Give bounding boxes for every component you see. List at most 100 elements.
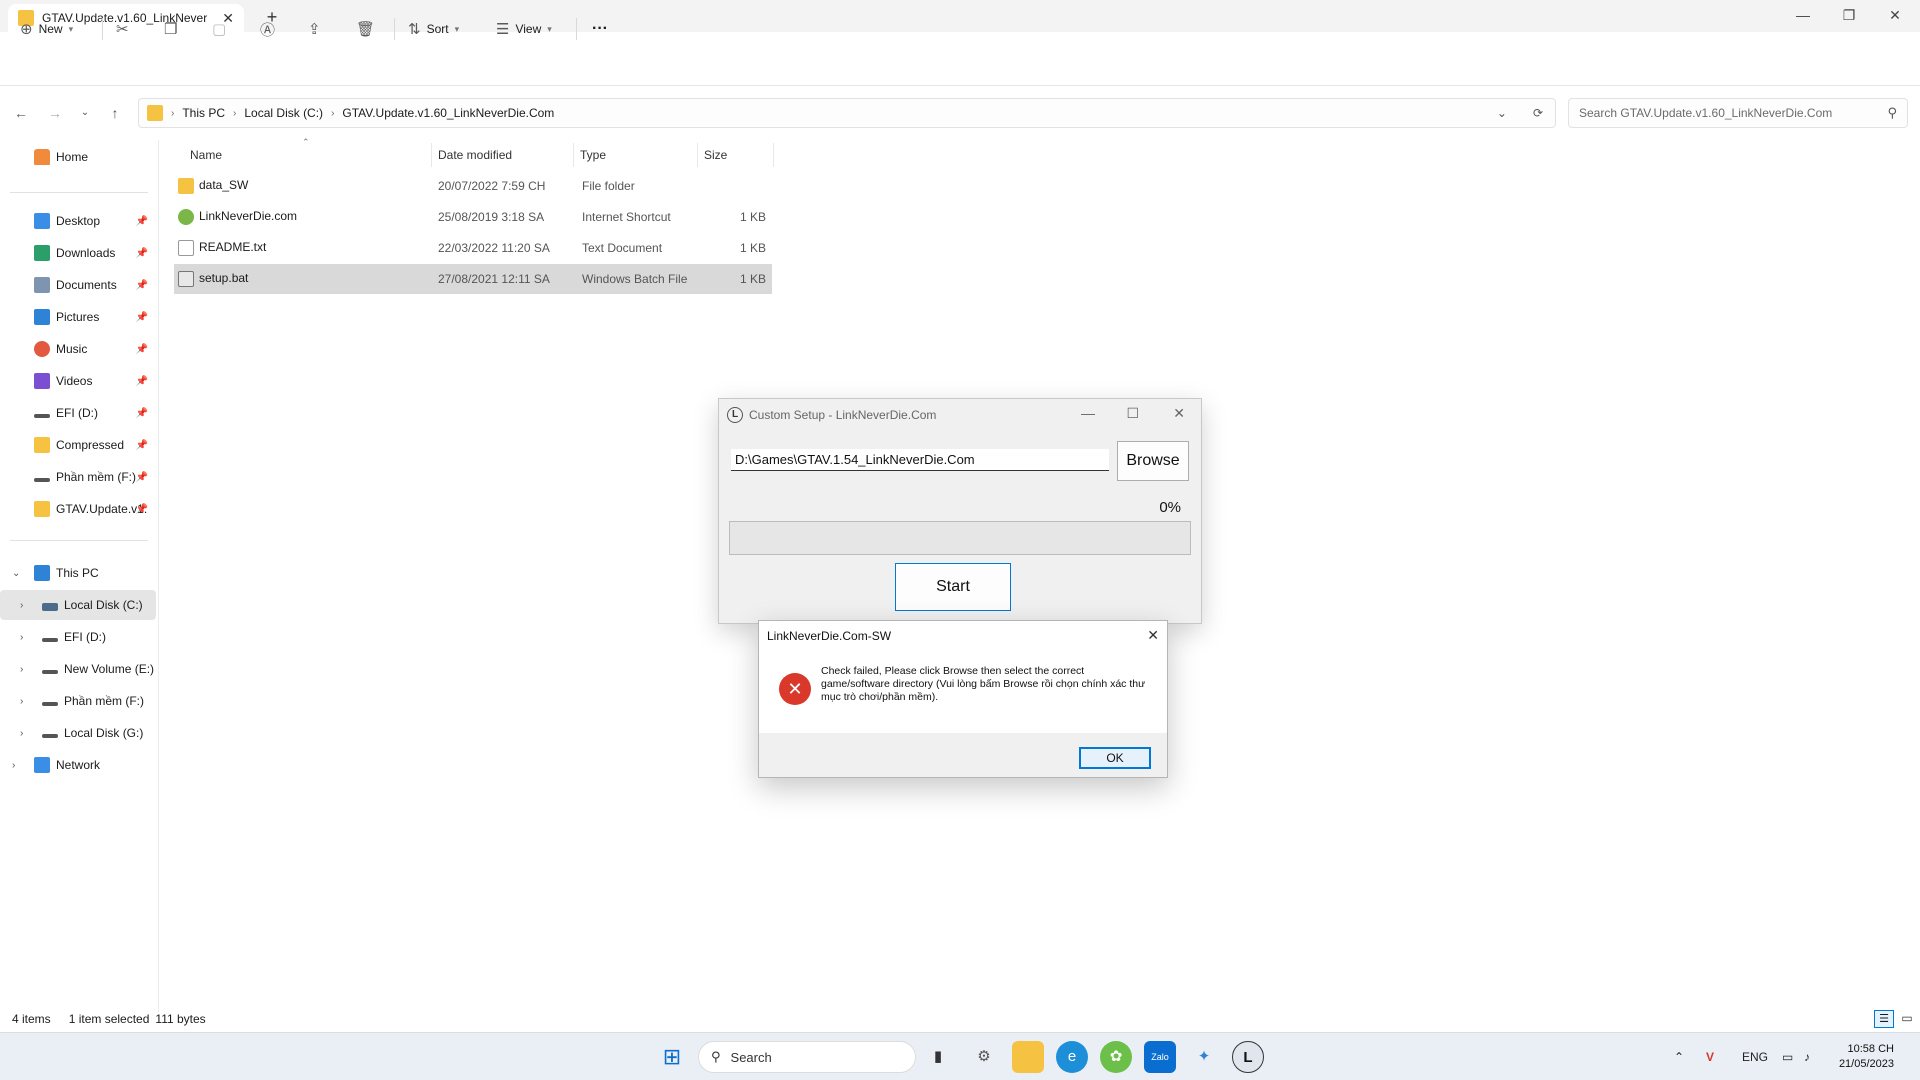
- network-app-icon[interactable]: ✦: [1188, 1041, 1220, 1073]
- share-button[interactable]: ⇪: [308, 14, 321, 44]
- pin-icon[interactable]: 📌: [136, 408, 148, 419]
- nav-local-disk-g[interactable]: › Local Disk (G:): [0, 718, 156, 748]
- paste-button[interactable]: ▢: [212, 14, 226, 44]
- address-dropdown-icon[interactable]: ⌄: [1497, 106, 1507, 120]
- column-type[interactable]: Type: [574, 143, 698, 167]
- nav-compressed[interactable]: Compressed 📌: [0, 430, 156, 460]
- file-row-setup-bat[interactable]: setup.bat 27/08/2021 12:11 SA Windows Ba…: [174, 264, 772, 294]
- browse-button[interactable]: Browse: [1117, 441, 1189, 481]
- delete-button[interactable]: 🗑: [356, 14, 375, 44]
- nav-music[interactable]: Music 📌: [0, 334, 156, 364]
- search-input[interactable]: Search GTAV.Update.v1.60_LinkNeverDie.Co…: [1579, 106, 1887, 120]
- setup-maximize-button[interactable]: ☐: [1126, 405, 1139, 422]
- nav-drive-phan-mem-f[interactable]: › Phần mềm (F:): [0, 686, 156, 716]
- dialog-title-bar[interactable]: LinkNeverDie.Com-SW: [759, 621, 1167, 651]
- search-box[interactable]: Search GTAV.Update.v1.60_LinkNeverDie.Co…: [1568, 98, 1908, 128]
- nav-gtav-update[interactable]: GTAV.Update.v1. 📌: [0, 494, 156, 524]
- column-size[interactable]: Size: [698, 143, 774, 167]
- windows-start-icon[interactable]: ⊞: [656, 1041, 688, 1073]
- zalo-icon[interactable]: Zalo: [1144, 1041, 1176, 1073]
- breadcrumb-local-disk[interactable]: Local Disk (C:): [244, 106, 323, 120]
- file-explorer-icon[interactable]: [1012, 1041, 1044, 1073]
- settings-gear-icon[interactable]: ⚙: [968, 1041, 1000, 1073]
- breadcrumb-this-pc[interactable]: This PC: [182, 106, 225, 120]
- breadcrumb-current-folder[interactable]: GTAV.Update.v1.60_LinkNeverDie.Com: [342, 106, 554, 120]
- nav-new-volume-e[interactable]: › New Volume (E:): [0, 654, 156, 684]
- nav-pictures[interactable]: Pictures 📌: [0, 302, 156, 332]
- forward-arrow-icon[interactable]: →: [44, 102, 66, 124]
- file-row-data-sw[interactable]: data_SW 20/07/2022 7:59 CH File folder: [174, 171, 772, 201]
- nav-this-pc[interactable]: ⌄ This PC: [0, 558, 156, 588]
- nav-local-disk-c[interactable]: › Local Disk (C:): [0, 590, 156, 620]
- pin-icon[interactable]: 📌: [136, 280, 148, 291]
- setup-close-button[interactable]: ✕: [1173, 405, 1185, 422]
- back-arrow-icon[interactable]: ←: [10, 102, 32, 124]
- rename-button[interactable]: Ⓐ: [260, 14, 275, 44]
- copy-button[interactable]: ❐: [164, 14, 177, 44]
- pin-icon[interactable]: 📌: [136, 344, 148, 355]
- close-window-button[interactable]: ✕: [1872, 0, 1918, 32]
- nav-videos[interactable]: Videos 📌: [0, 366, 156, 396]
- chevron-right-icon[interactable]: ›: [20, 664, 23, 675]
- refresh-icon[interactable]: ⟳: [1533, 106, 1543, 120]
- chevron-right-icon[interactable]: ›: [12, 760, 15, 771]
- taskbar-clock[interactable]: 10:58 CH 21/05/2023: [1839, 1042, 1894, 1072]
- cut-button[interactable]: ✂: [116, 14, 129, 44]
- more-options-button[interactable]: ···: [592, 14, 608, 44]
- vivaldi-tray-icon[interactable]: V: [1706, 1033, 1714, 1080]
- pin-icon[interactable]: 📌: [136, 440, 148, 451]
- pin-icon[interactable]: 📌: [136, 248, 148, 259]
- nav-drive-efi-d[interactable]: › EFI (D:): [0, 622, 156, 652]
- pin-icon[interactable]: 📌: [136, 312, 148, 323]
- linkneverdie-taskbar-icon[interactable]: L: [1232, 1041, 1264, 1073]
- nav-efi-d[interactable]: EFI (D:) 📌: [0, 398, 156, 428]
- install-path-input[interactable]: D:\Games\GTAV.1.54_LinkNeverDie.Com: [731, 449, 1109, 471]
- task-view-icon[interactable]: ▮: [922, 1041, 954, 1073]
- chevron-right-icon[interactable]: ›: [20, 632, 23, 643]
- green-app-icon[interactable]: ✿: [1100, 1041, 1132, 1073]
- tiles-view-icon[interactable]: ▭: [1898, 1010, 1916, 1028]
- address-bar[interactable]: › This PC › Local Disk (C:) › GTAV.Updat…: [138, 98, 1556, 128]
- nav-documents[interactable]: Documents 📌: [0, 270, 156, 300]
- pin-icon[interactable]: 📌: [136, 472, 148, 483]
- column-name[interactable]: Name: [184, 143, 432, 167]
- view-button[interactable]: ☰ View ▾: [496, 14, 552, 44]
- up-arrow-icon[interactable]: ↑: [104, 102, 126, 124]
- ok-button[interactable]: OK: [1079, 747, 1151, 769]
- text-document-icon: [178, 240, 194, 256]
- nav-network[interactable]: › Network: [0, 750, 156, 780]
- nav-downloads[interactable]: Downloads 📌: [0, 238, 156, 268]
- nav-home[interactable]: Home: [0, 142, 156, 172]
- copy-icon: ❐: [164, 21, 178, 38]
- setup-minimize-button[interactable]: —: [1081, 405, 1095, 421]
- language-indicator[interactable]: ENG: [1742, 1033, 1768, 1080]
- pin-icon[interactable]: 📌: [136, 504, 148, 515]
- chevron-down-icon[interactable]: ⌄: [12, 568, 20, 579]
- recent-chevron-icon[interactable]: ⌄: [74, 102, 96, 124]
- maximize-button[interactable]: ❐: [1826, 0, 1872, 32]
- pin-icon[interactable]: 📌: [136, 376, 148, 387]
- chevron-right-icon[interactable]: ›: [20, 600, 23, 611]
- file-row-linkneverdie[interactable]: LinkNeverDie.com 25/08/2019 3:18 SA Inte…: [174, 202, 772, 232]
- new-button[interactable]: ⊕ New ▾: [20, 14, 73, 44]
- column-date-modified[interactable]: Date modified: [432, 143, 574, 167]
- volume-icon[interactable]: ♪: [1804, 1033, 1810, 1080]
- dialog-close-icon[interactable]: ✕: [1147, 627, 1159, 644]
- pane-splitter[interactable]: [158, 140, 159, 1012]
- nav-phan-mem-f[interactable]: Phần mềm (F:) 📌: [0, 462, 156, 492]
- file-type: Text Document: [582, 241, 663, 255]
- taskbar-search[interactable]: ⚲ Search: [698, 1041, 916, 1073]
- start-button[interactable]: Start: [895, 563, 1011, 611]
- sort-button[interactable]: ⇅ Sort ▾: [408, 14, 459, 44]
- tray-overflow-icon[interactable]: ⌃: [1674, 1033, 1684, 1080]
- details-view-icon[interactable]: ☰: [1874, 1010, 1894, 1028]
- chevron-right-icon[interactable]: ›: [20, 696, 23, 707]
- edge-browser-icon[interactable]: e: [1056, 1041, 1088, 1073]
- file-row-readme[interactable]: README.txt 22/03/2022 11:20 SA Text Docu…: [174, 233, 772, 263]
- minimize-button[interactable]: —: [1780, 0, 1826, 32]
- network-tray-icon[interactable]: ▭: [1782, 1033, 1793, 1080]
- nav-divider: [10, 540, 148, 541]
- pin-icon[interactable]: 📌: [136, 216, 148, 227]
- nav-desktop[interactable]: Desktop 📌: [0, 206, 156, 236]
- chevron-right-icon[interactable]: ›: [20, 728, 23, 739]
